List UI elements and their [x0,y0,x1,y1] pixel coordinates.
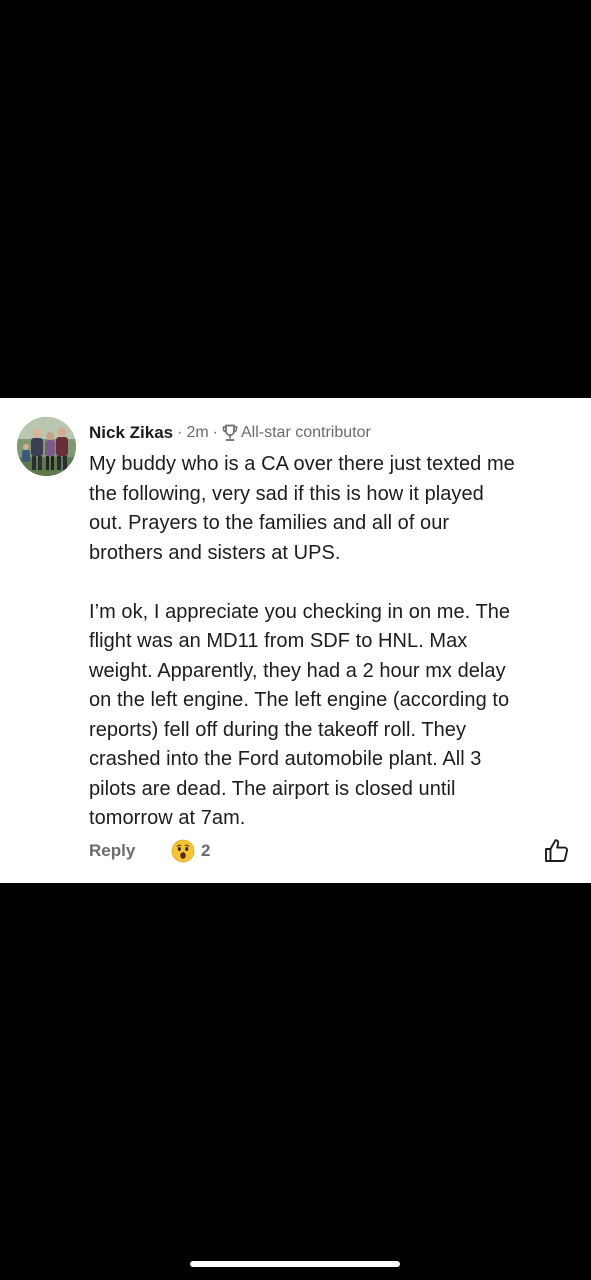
avatar[interactable] [17,417,76,476]
author-name[interactable]: Nick Zikas [89,423,173,443]
separator: · [177,424,183,441]
home-indicator[interactable] [190,1261,400,1267]
wow-emoji-icon [171,839,195,863]
thumbs-up-icon[interactable] [543,837,570,864]
separator: · [212,424,218,441]
timestamp: 2m [186,424,209,441]
comment-line: flight was an MD11 from SDF to HNL. Max [89,630,468,652]
reaction-summary[interactable]: 2 [171,838,210,864]
comment-line: reports) fell off during the takeoff rol… [89,718,466,741]
comment-line: crashed into the Ford automobile plant. … [89,748,482,770]
comment-line: My buddy who is a CA over there just tex… [89,453,515,475]
avatar-photo [17,417,76,476]
comment-line: on the left engine. The left engine (acc… [89,689,510,711]
comment-line: the following, very sad if this is how i… [89,482,484,505]
comment-line: pilots are dead. The airport is closed u… [89,777,456,800]
comment-card: Nick Zikas · 2m · All-star contributor M… [0,398,591,883]
comment-body: My buddy who is a CA over there just tex… [89,450,579,834]
comment-line: weight. Apparently, they had a 2 hour mx… [89,659,506,682]
comment-header: Nick Zikas · 2m · All-star contributor [89,422,371,444]
comment-actions: Reply 2 [89,838,574,864]
reply-button[interactable]: Reply [89,838,135,864]
comment-line: tomorrow at 7am. [89,807,246,829]
comment-line: I’m ok, I appreciate you checking in on … [89,600,511,623]
reaction-count: 2 [201,841,211,860]
contributor-badge: All-star contributor [241,424,371,441]
trophy-icon [222,424,238,442]
comment-line: brothers and sisters at UPS. [89,541,341,564]
comment-line: out. Prayers to the families and all of … [89,512,450,534]
screen: Nick Zikas · 2m · All-star contributor M… [0,0,591,1280]
